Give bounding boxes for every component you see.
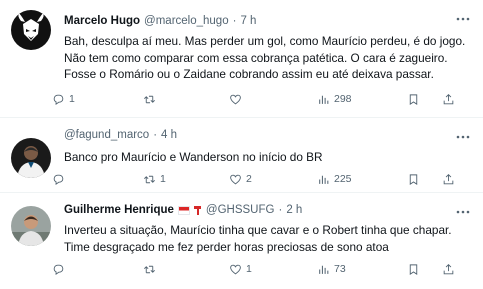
more-dots-icon — [456, 210, 470, 214]
views-count: 73 — [334, 263, 346, 275]
views-button[interactable]: 73 — [317, 262, 346, 276]
tweet[interactable]: Guilherme Henrique @GHSSUFG · 2 h Invert… — [0, 193, 483, 289]
retweet-icon — [144, 95, 155, 103]
share-icon — [443, 263, 454, 274]
retweet-icon — [144, 175, 155, 183]
retweet-button[interactable]: 1 — [143, 172, 166, 186]
reply-button[interactable] — [52, 262, 69, 276]
retweet-button[interactable] — [143, 92, 160, 106]
avatar[interactable] — [11, 206, 51, 246]
tweet-text-line: Fosse o Romário ou o Zaidane cobrando as… — [64, 67, 434, 81]
more-dots-icon — [456, 17, 470, 21]
flag-emoji-icon — [177, 205, 190, 215]
retweet-count: 1 — [160, 173, 166, 185]
avatar[interactable] — [11, 138, 51, 178]
bookmark-icon — [409, 93, 418, 105]
author-handle[interactable]: @GHSSUFG — [206, 202, 275, 218]
reply-count: 1 — [69, 93, 75, 105]
share-icon — [443, 173, 454, 184]
tweet-text-line: Não tem como comparar com essa cobrança … — [64, 50, 448, 65]
tweet-text-line: Bah, desculpa aí meu. Mas perder um gol,… — [64, 34, 466, 48]
tweet-text: Inverteu a situação, Maurício tinha que … — [64, 222, 473, 255]
more-options-button[interactable] — [455, 12, 471, 24]
views-chart-icon — [319, 95, 329, 104]
scarf-emoji-icon — [193, 205, 201, 215]
more-options-button[interactable] — [455, 130, 471, 142]
author-handle[interactable]: @fagund_marco — [64, 127, 149, 143]
like-count: 2 — [246, 173, 252, 185]
author-name[interactable]: Guilherme Henrique — [64, 202, 174, 218]
bookmark-icon — [409, 173, 418, 185]
like-button[interactable]: 2 — [229, 172, 252, 186]
views-button[interactable]: 225 — [317, 172, 352, 186]
like-count: 1 — [246, 263, 252, 275]
action-bar: 1 298 — [53, 92, 473, 106]
reply-button[interactable] — [52, 172, 69, 186]
like-button[interactable]: 1 — [229, 262, 252, 276]
separator-dot: · — [153, 129, 158, 141]
share-button[interactable] — [442, 172, 459, 186]
share-button[interactable] — [442, 92, 459, 106]
views-button[interactable]: 298 — [317, 92, 352, 106]
tweet[interactable]: @fagund_marco · 4 h Banco pro Maurício e… — [0, 118, 483, 193]
reply-icon — [53, 94, 64, 105]
tweet-text: Bah, desculpa aí meu. Mas perder um gol,… — [64, 33, 473, 83]
reply-icon — [53, 264, 64, 275]
like-button[interactable] — [229, 92, 246, 106]
timestamp[interactable]: 4 h — [161, 127, 177, 143]
tweet-text-line: Banco pro Maurício e Wanderson no início… — [64, 150, 323, 164]
bookmark-icon — [409, 263, 418, 275]
author-handle[interactable]: @marcelo_hugo — [144, 13, 229, 29]
tweet[interactable]: Marcelo Hugo @marcelo_hugo · 7 h Bah, de… — [0, 0, 483, 118]
share-icon — [443, 93, 454, 104]
views-chart-icon — [319, 265, 329, 274]
views-count: 225 — [334, 173, 352, 185]
retweet-icon — [144, 265, 155, 273]
heart-icon — [230, 174, 241, 184]
separator-dot: · — [232, 15, 237, 27]
tweet-text-line: Inverteu a situação, Maurício tinha que … — [64, 223, 452, 237]
bookmark-button[interactable] — [407, 262, 424, 276]
more-dots-icon — [456, 135, 470, 139]
separator-dot: · — [278, 204, 283, 216]
views-chart-icon — [319, 175, 329, 184]
author-name[interactable]: Marcelo Hugo — [64, 13, 140, 29]
timestamp[interactable]: 7 h — [240, 13, 256, 29]
timestamp[interactable]: 2 h — [286, 202, 302, 218]
tweet-text-line: Time desgraçado me fez perder horas prec… — [64, 239, 389, 254]
avatar[interactable] — [11, 10, 51, 50]
tweet-text: Banco pro Maurício e Wanderson no início… — [64, 149, 473, 166]
action-bar: 1 2 225 — [53, 172, 473, 186]
views-count: 298 — [334, 93, 352, 105]
share-button[interactable] — [442, 262, 459, 276]
reply-icon — [53, 174, 64, 185]
heart-icon — [230, 264, 241, 274]
reply-button[interactable]: 1 — [52, 92, 75, 106]
retweet-button[interactable] — [143, 262, 160, 276]
more-options-button[interactable] — [455, 205, 471, 217]
bookmark-button[interactable] — [407, 92, 424, 106]
action-bar: 1 73 — [53, 262, 473, 276]
heart-icon — [230, 94, 241, 104]
bookmark-button[interactable] — [407, 172, 424, 186]
